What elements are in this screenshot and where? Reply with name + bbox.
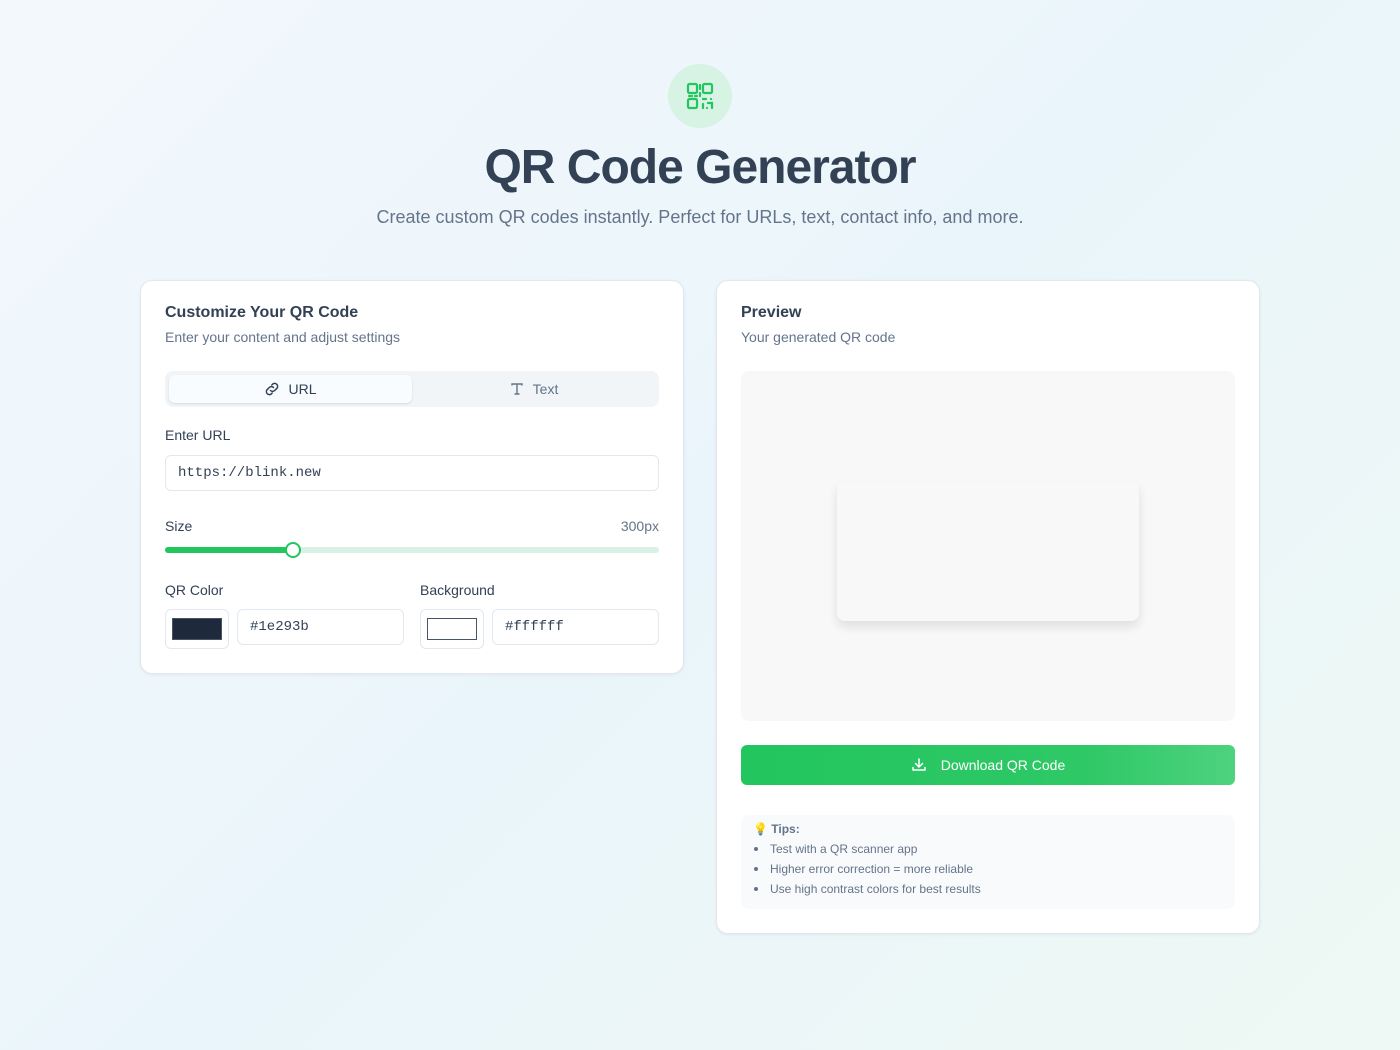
qr-color-swatch [172, 618, 222, 640]
logo-badge [668, 64, 732, 128]
qr-color-label: QR Color [165, 582, 224, 598]
page-title: QR Code Generator [484, 141, 916, 194]
qr-code-icon [686, 82, 714, 110]
customize-title: Customize Your QR Code [165, 304, 359, 321]
content-type-tabs: URL Text [165, 371, 659, 407]
size-value: 300px [620, 518, 659, 534]
size-slider-thumb[interactable] [285, 542, 302, 558]
background-color-input[interactable] [492, 609, 659, 645]
list-item: Higher error correction = more reliable [753, 859, 1223, 879]
url-input[interactable] [165, 455, 659, 491]
qr-preview-area [741, 371, 1235, 721]
list-item: Test with a QR scanner app [753, 839, 1223, 859]
size-label: Size [165, 518, 193, 534]
qr-color-picker[interactable] [165, 609, 229, 649]
customize-description: Enter your content and adjust settings [165, 329, 401, 345]
customize-card: Customize Your QR Code Enter your conten… [140, 280, 684, 674]
tab-text-label: Text [532, 381, 559, 397]
link-icon [266, 382, 279, 396]
tips-list: Test with a QR scanner app Higher error … [753, 839, 1223, 899]
background-color-picker[interactable] [420, 609, 484, 649]
size-slider-fill [165, 547, 294, 553]
background-color-label: Background [420, 582, 495, 598]
preview-card: Preview Your generated QR code Download … [716, 280, 1260, 934]
text-icon [510, 383, 523, 395]
size-slider[interactable] [165, 542, 659, 558]
preview-description: Your generated QR code [741, 329, 896, 345]
url-label: Enter URL [165, 427, 231, 443]
preview-title: Preview [741, 304, 802, 321]
tips-title: 💡 Tips: [753, 822, 800, 836]
qr-color-input[interactable] [237, 609, 404, 645]
download-button-label: Download QR Code [940, 757, 1066, 773]
tips-box: 💡 Tips: Test with a QR scanner app Highe… [741, 815, 1235, 909]
background-color-swatch [427, 618, 477, 640]
download-icon [911, 758, 926, 771]
tab-text[interactable]: Text [412, 375, 655, 403]
tab-url-label: URL [288, 381, 317, 397]
page-subtitle: Create custom QR codes instantly. Perfec… [376, 207, 1024, 227]
qr-code-canvas [837, 481, 1139, 621]
download-button[interactable]: Download QR Code [741, 745, 1235, 785]
tab-url[interactable]: URL [169, 375, 412, 403]
list-item: Use high contrast colors for best result… [753, 879, 1223, 899]
